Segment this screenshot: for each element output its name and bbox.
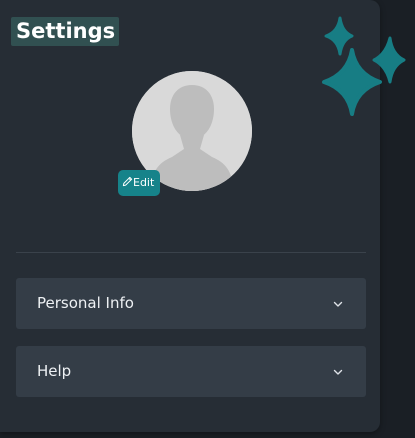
accordion-personal-info[interactable]: Personal Info [16,278,366,329]
settings-panel: Settings Edit Personal Info Help [0,0,380,432]
section-divider [16,252,366,253]
chevron-down-icon [333,301,343,307]
accordion-label-help: Help [37,362,72,380]
page-title: Settings [11,17,120,46]
accordion-label-personal-info: Personal Info [37,294,134,312]
accordion-help[interactable]: Help [16,346,366,397]
pencil-icon [122,176,133,187]
edit-button-label: Edit [133,176,155,189]
chevron-down-icon [333,369,343,375]
edit-avatar-button[interactable]: Edit [118,170,160,196]
